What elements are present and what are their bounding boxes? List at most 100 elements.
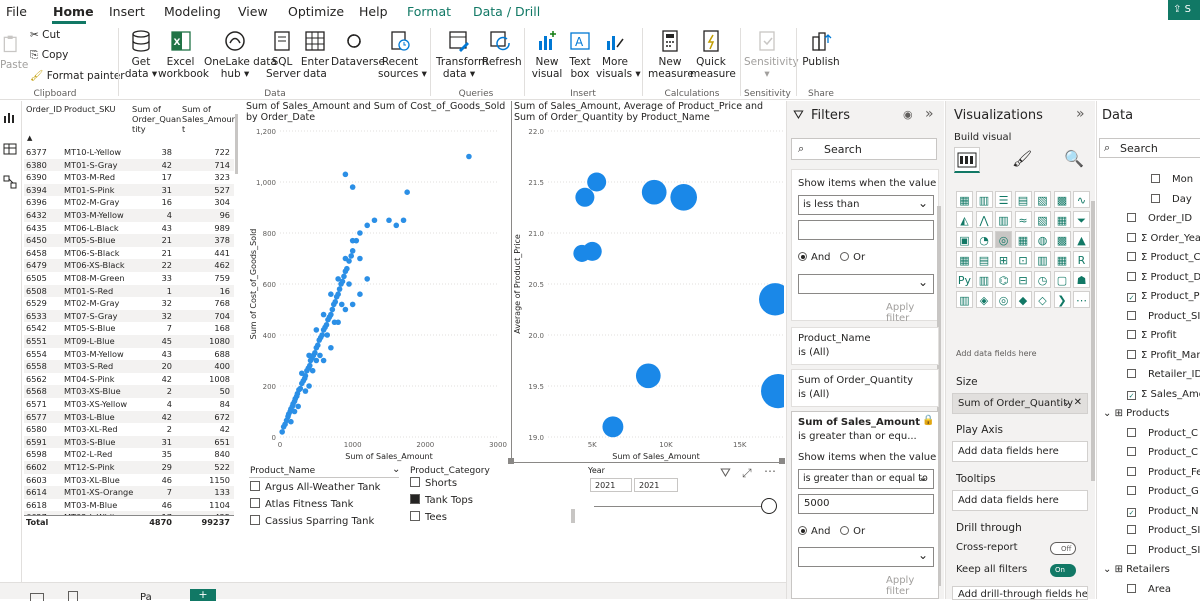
scatter-chart-price-vs-sales[interactable]: Sum of Sales_Amount, Average of Product_… (512, 101, 784, 463)
add-page-button[interactable]: + (190, 589, 216, 601)
build-visual-tab[interactable] (954, 147, 980, 173)
visual-type-icon[interactable]: ⏷ (1073, 211, 1090, 228)
year-slider-handle[interactable] (761, 498, 777, 514)
visual-type-icon[interactable]: ◆ (1014, 291, 1032, 308)
visual-type-icon[interactable]: ◔ (975, 231, 993, 248)
model-view-icon[interactable] (3, 175, 17, 189)
table-row[interactable]: 6377 MT10-L-Yellow 38 722 (24, 146, 234, 159)
visual-type-icon[interactable]: ⊞ (995, 251, 1012, 268)
filter-condition-dropdown-2[interactable] (798, 274, 934, 294)
radio-or[interactable] (840, 526, 850, 535)
excel-workbook-button[interactable]: X Excel workbook (158, 29, 209, 80)
format-painter-button[interactable]: 🖌 Format painter (30, 69, 125, 82)
visual-type-icon[interactable]: ▥ (975, 271, 993, 288)
new-visual-button[interactable]: New visual (530, 29, 564, 80)
checkbox[interactable] (1127, 369, 1136, 378)
checkbox[interactable] (1127, 271, 1136, 281)
chevron-down-icon[interactable]: ⌄ (1063, 397, 1071, 408)
visual-type-icon[interactable]: ▩ (1053, 231, 1071, 248)
filter-value-input[interactable]: 5000 (798, 494, 934, 514)
menu-modeling[interactable]: Modeling (164, 4, 221, 19)
checkbox[interactable] (1127, 252, 1136, 261)
col-header-order-quantity[interactable]: Sum of Order_Quan tity (132, 104, 181, 134)
eye-icon[interactable]: ◉ (903, 108, 913, 121)
table-visual[interactable]: Order_ID Product_SKU Sum of Order_Quan t… (24, 102, 238, 530)
paste-button[interactable]: Paste (0, 32, 28, 71)
slicer-product-category[interactable]: Product_Category Shorts Tank Tops Tees (404, 464, 580, 530)
expand-chevron-icon[interactable]: ⌄ (1103, 408, 1111, 419)
table-row[interactable]: 6551 MT09-L-Blue 45 1080 (24, 335, 234, 348)
visual-type-icon[interactable]: ▥ (1034, 251, 1051, 268)
table-row[interactable]: 6432 MT03-M-Yellow 4 96 (24, 209, 234, 222)
col-header-product-sku[interactable]: Product_SKU (64, 104, 116, 114)
table-row[interactable]: 6529 MT02-M-Gray 32 768 (24, 297, 234, 310)
enter-data-button[interactable]: Enter data (299, 29, 331, 80)
transform-data-button[interactable]: Transform data ▾ (436, 29, 488, 80)
page-nav-icon[interactable] (68, 591, 78, 601)
table-row[interactable]: 6479 MT06-XS-Black 22 462 (24, 259, 234, 272)
filters-search-input[interactable]: ⌕ Search (791, 138, 937, 160)
data-table-node[interactable]: ⌄ ⊞ Products (1103, 408, 1169, 419)
scatter-chart-cost-vs-sales[interactable]: Sum of Sales_Amount and Sum of Cost_of_G… (244, 101, 510, 463)
visual-type-icon[interactable]: ◍ (1034, 231, 1051, 248)
checkbox-checked[interactable]: ✓ (1127, 390, 1136, 400)
data-field[interactable]: Product_C (1127, 447, 1198, 458)
visual-type-icon[interactable]: ◈ (975, 291, 993, 308)
checkbox[interactable] (1127, 486, 1136, 495)
visual-type-icon[interactable]: ∿ (1073, 191, 1090, 208)
get-data-button[interactable]: Get data ▾ (122, 29, 160, 80)
report-view-icon[interactable] (3, 111, 17, 123)
tooltips-well[interactable]: Add data fields here (952, 490, 1088, 511)
visual-type-icon[interactable]: ▥ (975, 191, 993, 208)
table-row[interactable]: 6458 MT06-S-Black 21 441 (24, 247, 234, 260)
menu-insert[interactable]: Insert (109, 4, 145, 19)
slicer-item-selected[interactable]: Tank Tops (410, 494, 473, 506)
checkbox[interactable] (250, 481, 260, 491)
collapse-pane-icon[interactable]: » (1076, 106, 1085, 122)
table-row[interactable]: 6602 MT12-S-Pink 29 522 (24, 461, 234, 474)
filter-value-input[interactable] (798, 220, 934, 240)
more-visuals-button[interactable]: More visuals ▾ (596, 29, 641, 80)
onelake-hub-button[interactable]: OneLake data hub ▾ (204, 29, 277, 80)
checkbox[interactable] (410, 477, 420, 487)
visual-type-icon[interactable]: ▧ (1034, 191, 1051, 208)
table-row[interactable]: 6394 MT01-S-Pink 31 527 (24, 183, 234, 197)
expand-chevron-icon[interactable]: ⌄ (1103, 564, 1111, 575)
visual-type-icon[interactable]: ▣ (956, 231, 973, 248)
data-field[interactable]: Day (1151, 193, 1192, 205)
visual-type-icon[interactable]: ▢ (1053, 271, 1071, 288)
sensitivity-button[interactable]: Sensitivity ▾ (744, 29, 799, 80)
table-row[interactable]: 6603 MT03-XL-Blue 46 1150 (24, 474, 234, 487)
close-icon[interactable]: ✕ (1074, 397, 1082, 408)
sql-server-button[interactable]: SQL Server (266, 29, 300, 80)
table-row[interactable]: 6396 MT02-M-Gray 16 304 (24, 196, 234, 209)
size-well-field[interactable]: Sum of Order_Quantity ⌄ ✕ (952, 393, 1088, 414)
filter-card-sales-amount[interactable]: Sum of Sales_Amount 🔒 is greater than or… (791, 411, 939, 599)
format-visual-tab[interactable]: 🖌 (1012, 149, 1032, 168)
table-row[interactable]: 6580 MT03-XL-Red 2 42 (24, 423, 234, 436)
visual-type-icon[interactable]: ▲ (1073, 231, 1090, 248)
visual-type-icon[interactable]: ▦ (956, 251, 973, 268)
checkbox[interactable] (1151, 193, 1160, 203)
visual-type-icon[interactable]: ▥ (956, 291, 973, 308)
filter-card-order-quantity[interactable]: Sum of Order_Quantity is (All) (791, 369, 939, 407)
table-row[interactable]: 6614 MT01-XS-Orange 7 133 (24, 486, 234, 499)
filter-card-product-name[interactable]: Product_Name is (All) (791, 327, 939, 365)
visual-type-icon[interactable]: ◎ (995, 231, 1012, 248)
data-field[interactable]: Σ Order_Year (1127, 232, 1200, 244)
visual-type-icon[interactable]: ⌬ (995, 271, 1012, 288)
checkbox[interactable] (1127, 310, 1136, 320)
visual-type-icon[interactable]: ⋀ (975, 211, 993, 228)
checkbox-checked[interactable]: ✓ (1127, 293, 1136, 302)
checkbox[interactable] (1127, 466, 1136, 476)
menu-file[interactable]: File (6, 4, 27, 19)
visual-type-icon[interactable]: ☰ (995, 191, 1012, 208)
checkbox[interactable] (1127, 544, 1136, 554)
visual-type-icon[interactable]: ◭ (956, 211, 973, 228)
copy-button[interactable]: ⎘ Copy (30, 49, 68, 62)
data-field[interactable]: Product_G (1127, 486, 1199, 497)
keep-filters-toggle[interactable]: On (1050, 564, 1076, 577)
visual-type-icon[interactable]: ◷ (1034, 271, 1051, 288)
data-field[interactable]: Σ Profit (1127, 330, 1177, 341)
data-search-input[interactable]: ⌕ Search (1099, 138, 1200, 158)
